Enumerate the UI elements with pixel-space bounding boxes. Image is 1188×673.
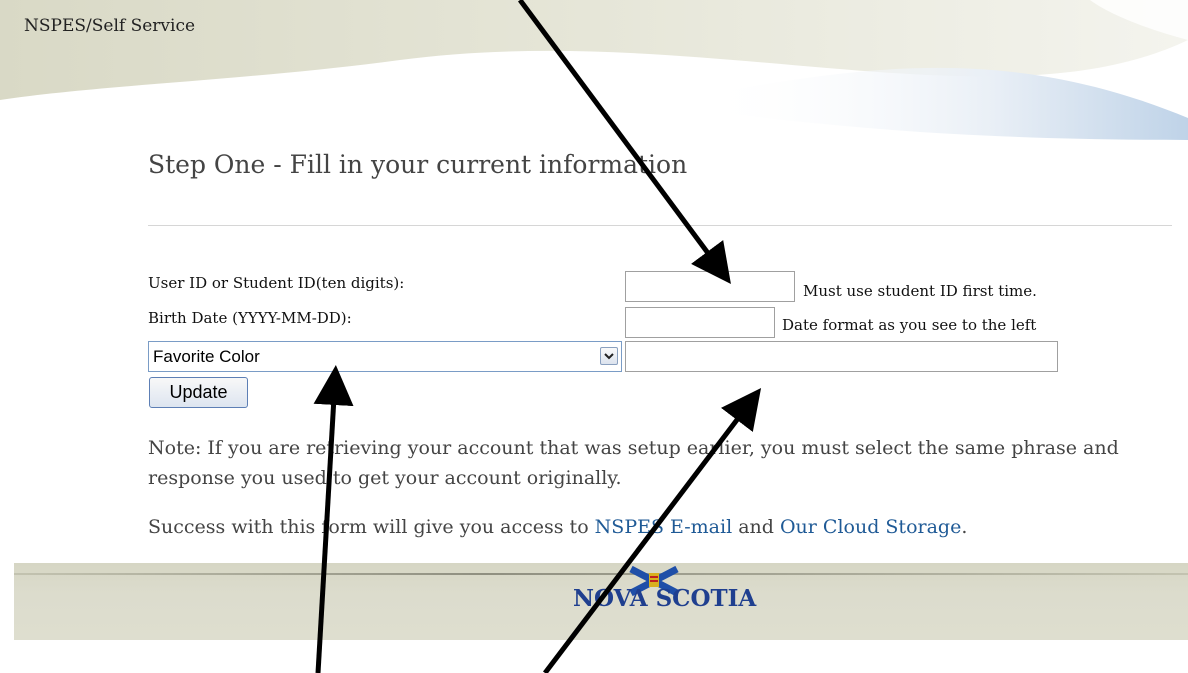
page-title: Step One - Fill in your current informat… [148, 150, 688, 179]
cloud-storage-link[interactable]: Our Cloud Storage [780, 516, 961, 538]
footer-divider [14, 573, 1188, 575]
security-phrase-selected: Favorite Color [153, 347, 260, 366]
note-text: Note: If you are retrieving your account… [148, 437, 1119, 489]
nova-scotia-logo: NOVA SCOTIA [573, 585, 757, 612]
success-conjunction: and [732, 516, 780, 538]
success-prefix: Success with this form will give you acc… [148, 516, 595, 538]
security-response-input[interactable] [625, 341, 1058, 372]
update-button[interactable]: Update [149, 377, 248, 408]
user-id-label: User ID or Student ID(ten digits): [148, 274, 405, 292]
nspes-email-link[interactable]: NSPES E-mail [595, 516, 733, 538]
success-suffix: . [961, 516, 968, 538]
site-title: NSPES/Self Service [24, 16, 196, 36]
footer: NOVA SCOTIA [14, 563, 1188, 640]
title-divider [148, 225, 1172, 226]
user-id-hint: Must use student ID first time. [803, 282, 1037, 300]
birth-date-label: Birth Date (YYYY-MM-DD): [148, 309, 352, 327]
security-phrase-select[interactable]: Favorite Color [148, 341, 622, 372]
birth-date-hint: Date format as you see to the left [782, 316, 1037, 334]
success-text: Success with this form will give you acc… [148, 516, 967, 538]
user-id-input[interactable] [625, 271, 795, 302]
birth-date-input[interactable] [625, 307, 775, 338]
chevron-down-icon[interactable] [600, 347, 618, 365]
